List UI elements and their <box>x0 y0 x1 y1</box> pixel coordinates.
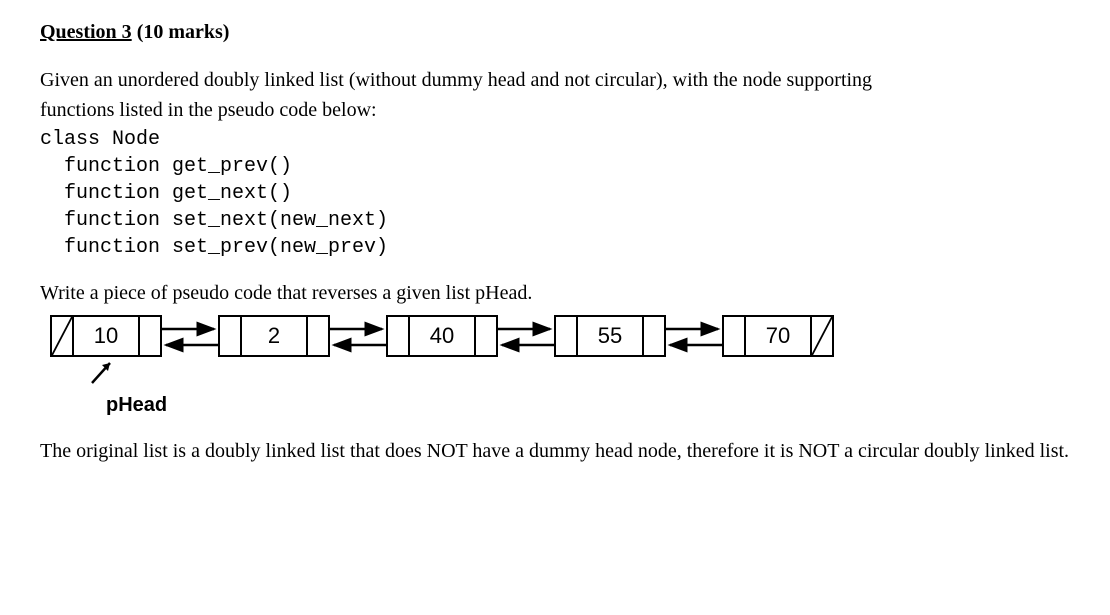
intro-line-2: functions listed in the pseudo code belo… <box>40 96 1070 124</box>
node-5: 70 <box>722 315 834 357</box>
link-1-2 <box>162 315 218 357</box>
node-3: 40 <box>386 315 498 357</box>
node-4-prev-slot <box>556 317 578 355</box>
linked-list-diagram: 10 2 <box>50 315 1070 419</box>
linked-list-row: 10 2 <box>50 315 1070 357</box>
node-5-value: 70 <box>746 317 810 355</box>
node-1-value: 10 <box>74 317 138 355</box>
node-2-prev-slot <box>220 317 242 355</box>
pseudo-code-block: class Node function get_prev() function … <box>40 126 1070 261</box>
link-4-5 <box>666 315 722 357</box>
node-2-next-slot <box>306 317 328 355</box>
question-title: Question 3 <box>40 21 132 43</box>
node-2-value: 2 <box>242 317 306 355</box>
node-4-next-slot <box>642 317 664 355</box>
question-heading: Question 3 (10 marks) <box>40 18 1070 46</box>
task-statement: Write a piece of pseudo code that revers… <box>40 279 1070 307</box>
link-2-3 <box>330 315 386 357</box>
node-1-prev-null <box>52 317 74 355</box>
node-4-value: 55 <box>578 317 642 355</box>
node-3-prev-slot <box>388 317 410 355</box>
node-1-next-slot <box>138 317 160 355</box>
pointer-row: pHead <box>88 359 1070 419</box>
node-5-prev-slot <box>724 317 746 355</box>
node-2: 2 <box>218 315 330 357</box>
footer-note: The original list is a doubly linked lis… <box>40 437 1070 465</box>
node-1: 10 <box>50 315 162 357</box>
phead-arrow-icon <box>88 359 118 385</box>
node-3-value: 40 <box>410 317 474 355</box>
node-3-next-slot <box>474 317 496 355</box>
phead-label: pHead <box>106 391 1070 419</box>
link-3-4 <box>498 315 554 357</box>
node-4: 55 <box>554 315 666 357</box>
node-5-next-null <box>810 317 832 355</box>
intro-line-1: Given an unordered doubly linked list (w… <box>40 66 1070 94</box>
question-marks: (10 marks) <box>137 21 230 43</box>
